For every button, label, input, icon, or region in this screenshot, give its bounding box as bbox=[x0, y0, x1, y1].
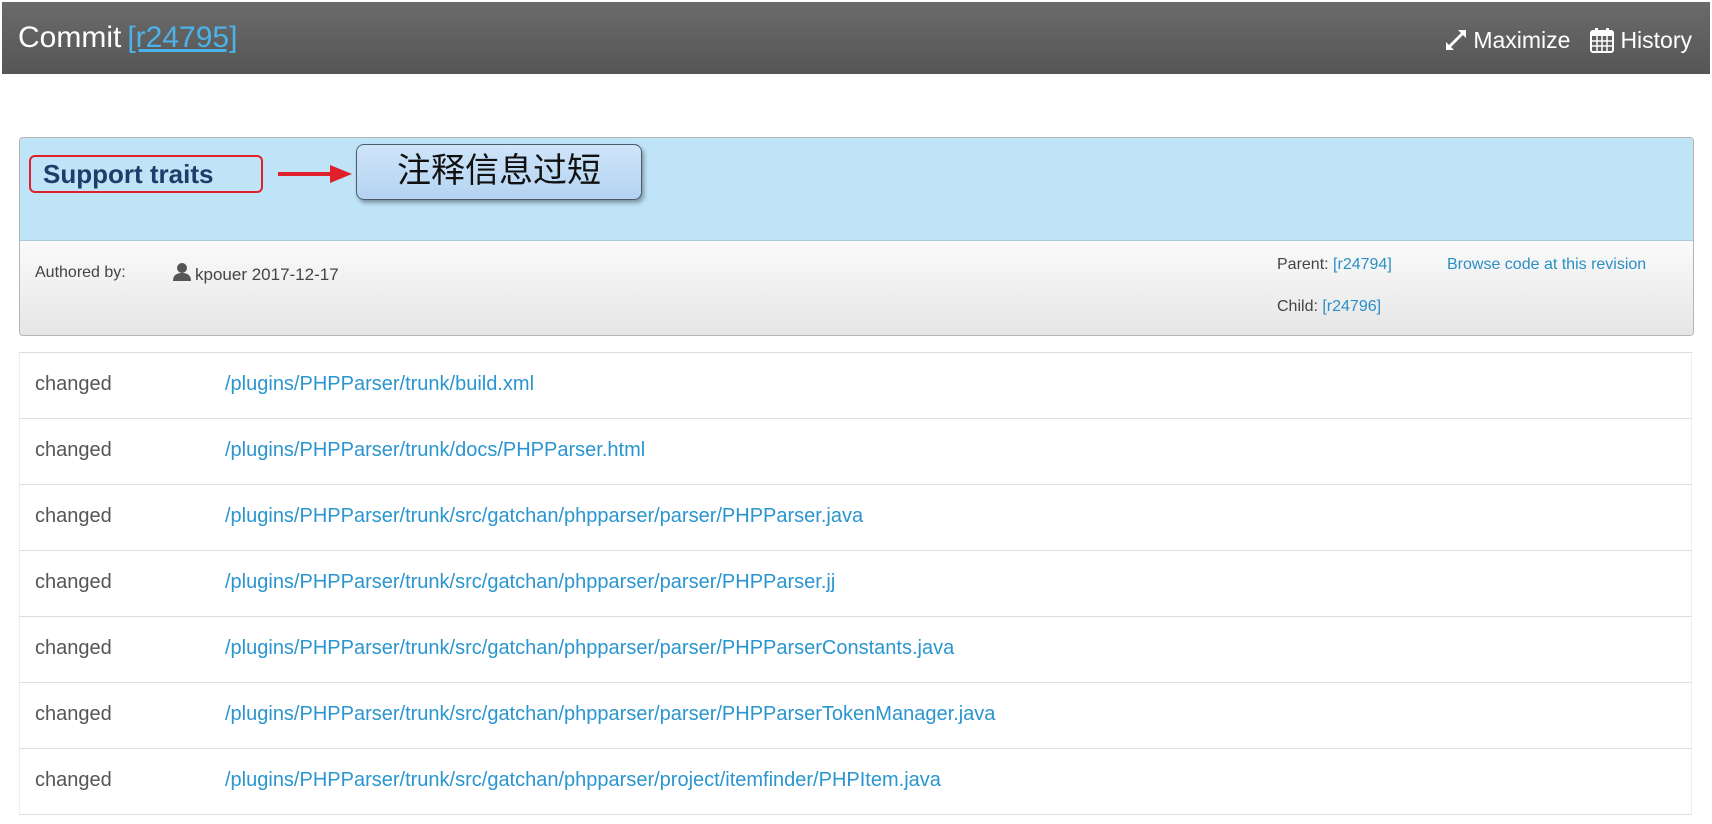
change-status: changed bbox=[35, 637, 112, 659]
table-row: changed /plugins/PHPParser/trunk/src/gat… bbox=[19, 551, 1692, 617]
file-path-link[interactable]: /plugins/PHPParser/trunk/src/gatchan/php… bbox=[225, 703, 995, 726]
revision-link[interactable]: [r24795] bbox=[127, 21, 237, 54]
table-row: changed /plugins/PHPParser/trunk/src/gat… bbox=[19, 617, 1692, 683]
header-bar: Commit [r24795] Maximize History bbox=[2, 2, 1710, 74]
change-status: changed bbox=[35, 703, 112, 725]
table-row: changed /plugins/PHPParser/trunk/docs/PH… bbox=[19, 419, 1692, 485]
child-revision: Child: [r24796] bbox=[1277, 298, 1381, 316]
commit-message-area: Support traits 注释信息过短 bbox=[20, 138, 1693, 241]
maximize-label: Maximize bbox=[1473, 26, 1571, 53]
user-icon bbox=[172, 262, 192, 287]
file-path-link[interactable]: /plugins/PHPParser/trunk/src/gatchan/php… bbox=[225, 505, 863, 528]
history-button[interactable]: History bbox=[1588, 26, 1692, 54]
file-path-link[interactable]: /plugins/PHPParser/trunk/src/gatchan/php… bbox=[225, 637, 954, 660]
commit-page: Commit [r24795] Maximize History Support… bbox=[0, 0, 1712, 824]
commit-meta-area bbox=[20, 241, 1693, 335]
file-path-link[interactable]: /plugins/PHPParser/trunk/src/gatchan/php… bbox=[225, 571, 835, 594]
change-status: changed bbox=[35, 505, 112, 527]
annotation-callout: 注释信息过短 bbox=[356, 144, 642, 200]
authored-by-label: Authored by: bbox=[35, 264, 126, 281]
header-actions: Maximize History bbox=[1443, 26, 1692, 54]
file-path-link[interactable]: /plugins/PHPParser/trunk/docs/PHPParser.… bbox=[225, 439, 645, 462]
changed-files-table: changed /plugins/PHPParser/trunk/build.x… bbox=[19, 352, 1692, 815]
parent-revision: Parent: [r24794] bbox=[1277, 256, 1392, 274]
table-row: changed /plugins/PHPParser/trunk/src/gat… bbox=[19, 749, 1692, 815]
browse-code-link[interactable]: Browse code at this revision bbox=[1447, 256, 1646, 273]
expand-arrows-icon bbox=[1443, 27, 1469, 53]
author-info: kpouer 2017-12-17 bbox=[172, 262, 339, 287]
change-status: changed bbox=[35, 373, 112, 395]
calendar-icon bbox=[1588, 26, 1616, 54]
history-label: History bbox=[1620, 26, 1692, 53]
author-name: kpouer 2017-12-17 bbox=[195, 264, 339, 284]
table-row: changed /plugins/PHPParser/trunk/src/gat… bbox=[19, 683, 1692, 749]
file-path-link[interactable]: /plugins/PHPParser/trunk/src/gatchan/php… bbox=[225, 769, 941, 792]
maximize-button[interactable]: Maximize bbox=[1443, 27, 1570, 54]
file-path-link[interactable]: /plugins/PHPParser/trunk/build.xml bbox=[225, 373, 534, 396]
child-label: Child: bbox=[1277, 298, 1318, 315]
commit-info-panel: Support traits 注释信息过短 Authored by: kpoue… bbox=[19, 137, 1694, 336]
parent-revision-link[interactable]: [r24794] bbox=[1333, 256, 1392, 273]
change-status: changed bbox=[35, 769, 112, 791]
change-status: changed bbox=[35, 439, 112, 461]
page-title-label: Commit bbox=[18, 21, 122, 54]
child-revision-link[interactable]: [r24796] bbox=[1322, 298, 1381, 315]
page-title: Commit [r24795] bbox=[18, 20, 237, 56]
table-row: changed /plugins/PHPParser/trunk/build.x… bbox=[19, 353, 1692, 419]
browse-code-container: Browse code at this revision bbox=[1447, 256, 1646, 274]
table-row: changed /plugins/PHPParser/trunk/src/gat… bbox=[19, 485, 1692, 551]
commit-message: Support traits bbox=[29, 155, 263, 193]
parent-label: Parent: bbox=[1277, 256, 1329, 273]
annotation-arrow-icon bbox=[278, 165, 352, 183]
change-status: changed bbox=[35, 571, 112, 593]
